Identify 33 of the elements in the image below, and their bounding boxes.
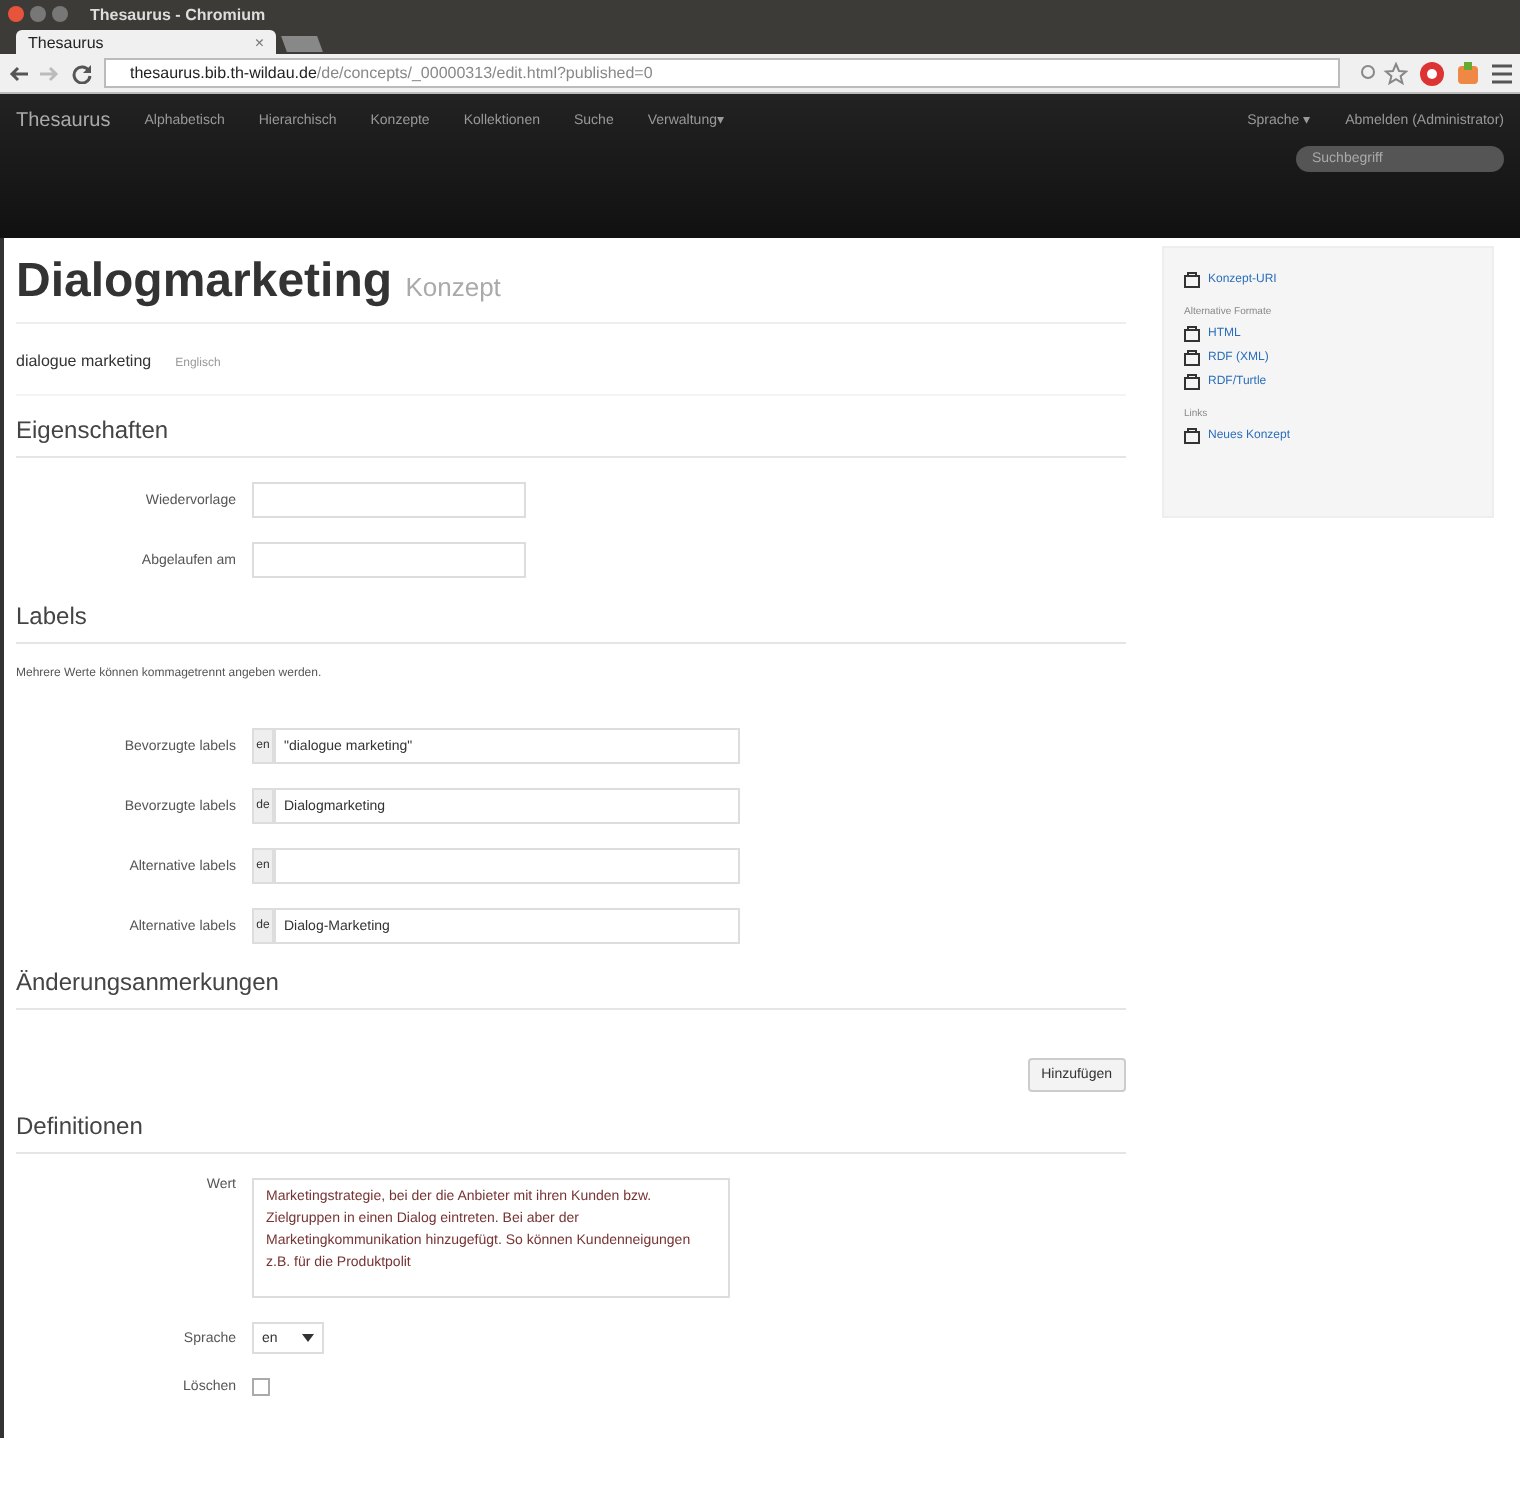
section-heading: Labels xyxy=(16,602,1126,644)
document-icon xyxy=(1184,374,1200,390)
section-heading: Eigenschaften xyxy=(16,416,1126,458)
document-icon xyxy=(1184,350,1200,366)
page-title: Dialogmarketing xyxy=(16,254,393,308)
pref-label: dialogue marketing xyxy=(16,352,152,370)
input-field[interactable] xyxy=(252,482,526,518)
minimize-icon[interactable] xyxy=(30,6,46,22)
new-tab-button[interactable] xyxy=(281,36,323,52)
document-icon xyxy=(1184,272,1200,288)
input-field[interactable] xyxy=(252,542,526,578)
document-icon xyxy=(1184,326,1200,342)
stop-icon[interactable] xyxy=(1420,61,1444,85)
menu-icon[interactable] xyxy=(1492,63,1512,83)
section-heading: Definitionen xyxy=(16,1112,1126,1154)
document-icon xyxy=(1184,428,1200,444)
close-icon[interactable] xyxy=(8,6,24,22)
back-icon[interactable] xyxy=(8,65,28,81)
address-bar[interactable]: thesaurus.bib.th-wildau.de/de/concepts/_00000313/edit.html?published=0 xyxy=(104,58,1340,88)
close-icon[interactable]: × xyxy=(254,33,264,51)
zoom-star-icon[interactable] xyxy=(1360,61,1408,85)
forward-icon[interactable] xyxy=(40,65,60,81)
caret-icon xyxy=(302,1334,314,1342)
input-field[interactable] xyxy=(274,848,740,884)
window-title: Thesaurus - Chromium xyxy=(90,5,266,23)
maximize-icon[interactable] xyxy=(52,6,68,22)
browser-tab[interactable]: Thesaurus × xyxy=(16,30,276,54)
reload-icon[interactable] xyxy=(72,63,92,83)
extension-icon[interactable] xyxy=(1456,61,1480,85)
brand-link[interactable]: Thesaurus xyxy=(16,109,111,131)
checkbox[interactable] xyxy=(252,1378,270,1396)
page-subtitle: Konzept xyxy=(405,272,501,302)
section-heading: Änderungsanmerkungen xyxy=(16,968,1126,1010)
